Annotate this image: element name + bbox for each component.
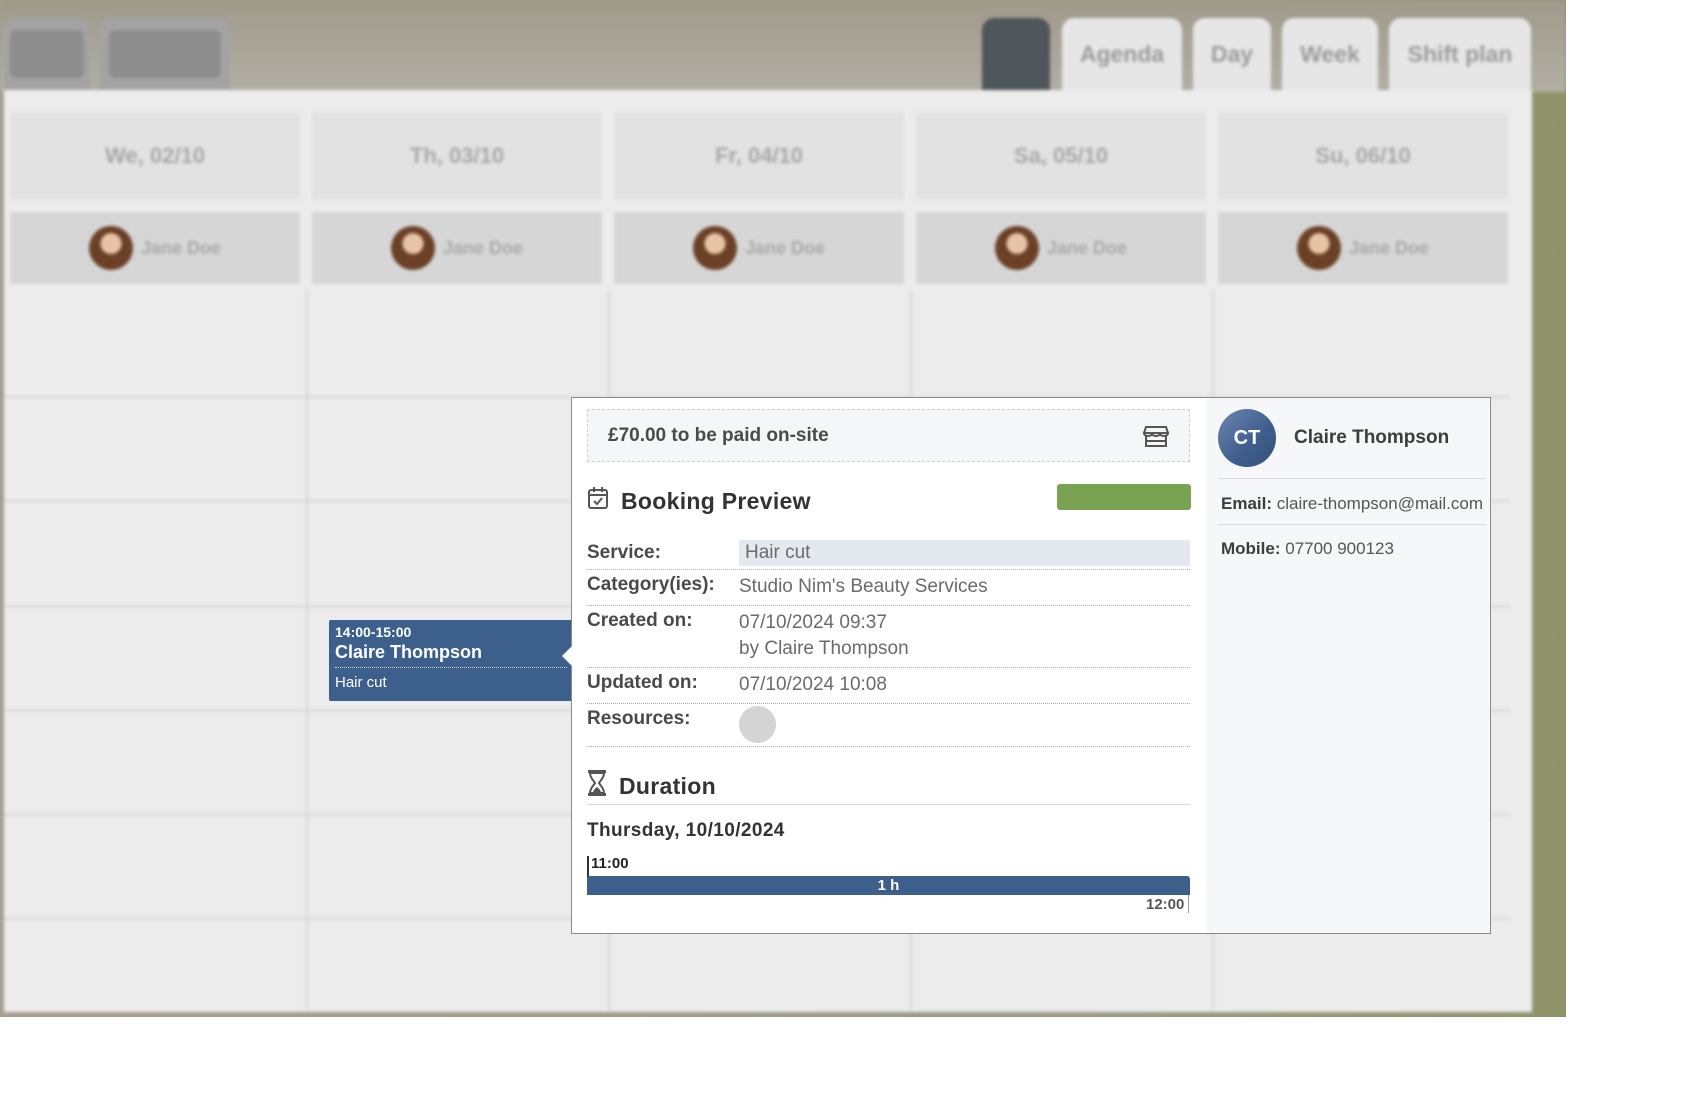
- customer-email: Email: claire-thompson@mail.com: [1221, 494, 1483, 514]
- tab-shift-plan[interactable]: Shift plan: [1389, 18, 1531, 90]
- staff-name: Jane Doe: [744, 237, 826, 258]
- created-by: by Claire Thompson: [739, 638, 909, 659]
- avatar: [1296, 226, 1341, 270]
- updated-row: Updated on: 07/10/2024 10:08: [587, 668, 1190, 704]
- divider: [1218, 478, 1486, 479]
- hourglass-icon: [587, 770, 607, 802]
- toolbar-button[interactable]: [4, 18, 90, 90]
- staff-name: Jane Doe: [442, 237, 524, 258]
- calendar-check-icon: [587, 486, 609, 516]
- duration-length: 1 h: [877, 877, 900, 894]
- store-icon: [1142, 423, 1170, 449]
- staff-name: Jane Doe: [1046, 237, 1128, 258]
- section-title: Duration: [619, 772, 716, 799]
- resources-row: Resources:: [587, 704, 1190, 747]
- divider: [1218, 524, 1486, 525]
- booking-preview-heading: Booking Preview: [587, 486, 811, 516]
- service-row: Service: Hair cut: [587, 538, 1190, 570]
- customer-mobile: Mobile: 07700 900123: [1221, 539, 1394, 559]
- staff-cell[interactable]: Jane Doe: [916, 212, 1206, 284]
- email-value[interactable]: claire-thompson@mail.com: [1277, 494, 1483, 513]
- staff-cell[interactable]: Jane Doe: [312, 212, 602, 284]
- field-label: Service:: [587, 542, 661, 563]
- field-label: Updated on:: [587, 672, 698, 693]
- day-header: Th, 03/10: [312, 112, 602, 200]
- booking-date: Thursday, 10/10/2024: [587, 820, 785, 841]
- updated-value: 07/10/2024 10:08: [739, 674, 887, 695]
- avatar: CT: [1218, 409, 1276, 467]
- popup-arrow: [562, 646, 572, 666]
- day-header: We, 02/10: [10, 112, 300, 200]
- customer-name: Claire Thompson: [1294, 427, 1450, 448]
- toolbar-button[interactable]: [100, 18, 230, 90]
- timeline-end-tick: [1188, 895, 1189, 913]
- resource-avatar[interactable]: [739, 706, 776, 743]
- staff-cell[interactable]: Jane Doe: [1218, 212, 1508, 284]
- staff-cell[interactable]: Jane Doe: [614, 212, 904, 284]
- avatar: [88, 226, 133, 270]
- timeline-start-tick: [587, 856, 589, 878]
- field-label: Email:: [1221, 494, 1273, 513]
- created-row: Created on: 07/10/2024 09:37 by Claire T…: [587, 606, 1190, 668]
- section-title: Booking Preview: [621, 487, 811, 514]
- day-header: Sa, 05/10: [916, 112, 1206, 200]
- timeline-bar: 1 h: [587, 876, 1190, 895]
- timeline-end: 12:00: [1146, 896, 1185, 913]
- created-value: 07/10/2024 09:37: [739, 612, 887, 633]
- divider: [587, 804, 1190, 805]
- avatar: [692, 226, 737, 270]
- field-label: Resources:: [587, 708, 691, 729]
- customer-panel: CT Claire Thompson Email: claire-thompso…: [1206, 398, 1490, 933]
- event-time: 14:00-15:00: [335, 624, 412, 640]
- customer-header[interactable]: CT Claire Thompson: [1218, 409, 1449, 467]
- duration-heading: Duration: [587, 770, 716, 802]
- staff-name: Jane Doe: [1348, 237, 1430, 258]
- mobile-value[interactable]: 07700 900123: [1285, 539, 1394, 558]
- event-customer: Claire Thompson: [335, 642, 567, 668]
- event-service: Hair cut: [335, 674, 387, 691]
- field-label: Category(ies):: [587, 574, 715, 595]
- staff-name: Jane Doe: [140, 237, 222, 258]
- day-header: Fr, 04/10: [614, 112, 904, 200]
- tab-agenda[interactable]: Agenda: [1062, 18, 1182, 90]
- booking-event[interactable]: 14:00-15:00 Claire Thompson Hair cut: [329, 620, 573, 701]
- field-label: Created on:: [587, 610, 693, 631]
- booking-preview-popup: £70.00 to be paid on-site Booking Previe…: [562, 397, 1491, 934]
- status-badge: [1057, 484, 1191, 510]
- category-value: Studio Nim's Beauty Services: [739, 576, 988, 597]
- category-row: Category(ies): Studio Nim's Beauty Servi…: [587, 570, 1190, 606]
- grid-divider: [306, 290, 308, 1010]
- avatar: [994, 226, 1039, 270]
- avatar: [390, 226, 435, 270]
- staff-cell[interactable]: Jane Doe: [10, 212, 300, 284]
- service-value: Hair cut: [739, 540, 1190, 566]
- field-label: Mobile:: [1221, 539, 1281, 558]
- tab-day[interactable]: Day: [1193, 18, 1271, 90]
- view-toggle-button[interactable]: [982, 18, 1050, 90]
- app-window: Agenda Day Week Shift plan We, 02/10 Th,…: [0, 0, 1566, 1017]
- tab-week[interactable]: Week: [1282, 18, 1378, 90]
- payment-notice: £70.00 to be paid on-site: [587, 409, 1190, 462]
- timeline-start: 11:00: [591, 855, 629, 872]
- payment-text: £70.00 to be paid on-site: [608, 424, 829, 446]
- day-header: Su, 06/10: [1218, 112, 1508, 200]
